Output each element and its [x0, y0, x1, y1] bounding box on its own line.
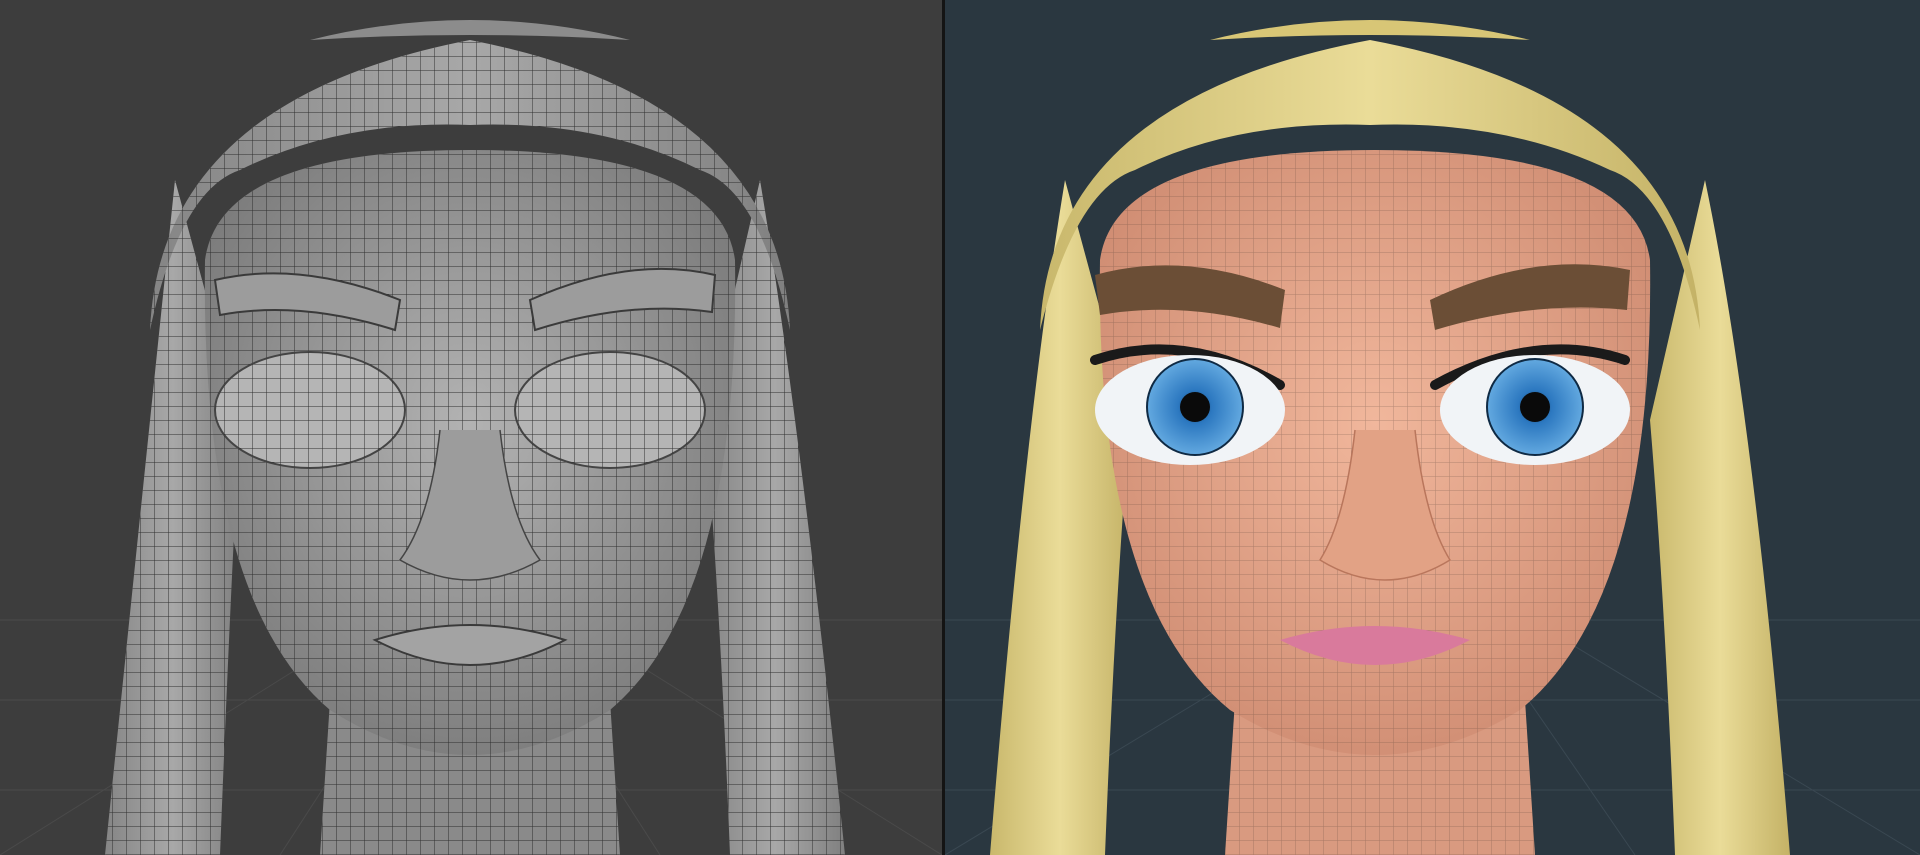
material-viewport[interactable] [945, 0, 1920, 855]
wireframe-head-render [0, 20, 942, 855]
material-head-render [945, 20, 1920, 855]
wireframe-viewport[interactable] [0, 0, 942, 855]
viewport-split [0, 0, 1920, 855]
